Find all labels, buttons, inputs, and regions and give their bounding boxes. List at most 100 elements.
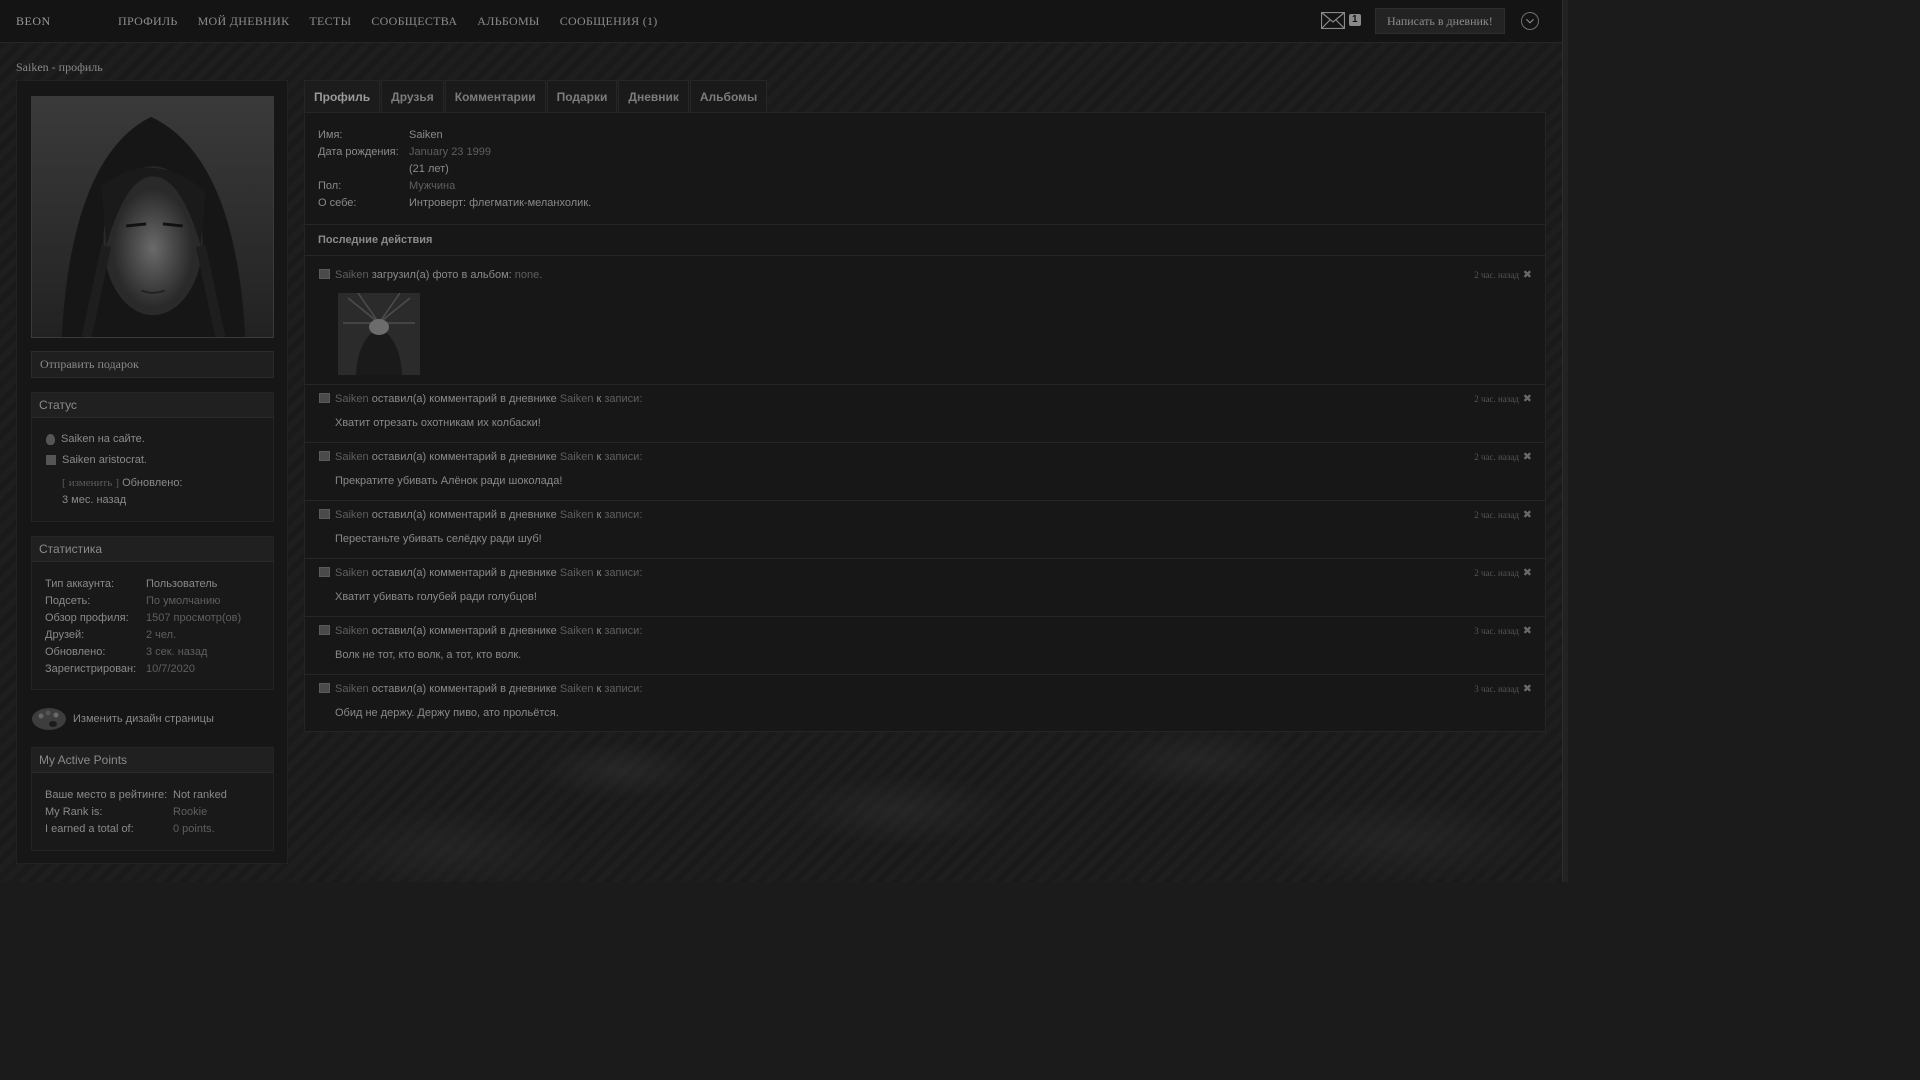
tab-friends[interactable]: Друзья <box>381 80 444 112</box>
entry-link[interactable]: записи <box>604 567 639 579</box>
activity-line: Saiken загрузил(а) фото в альбом: none. <box>335 269 543 281</box>
activity-time: 2 час. назад <box>1474 568 1519 578</box>
send-gift-button[interactable]: Отправить подарок <box>31 351 274 378</box>
delete-icon[interactable]: ✖ <box>1523 268 1532 281</box>
user-link[interactable]: Saiken <box>335 683 369 695</box>
user-link[interactable]: Saiken <box>335 269 369 281</box>
activity-comment-item: Saiken оставил(а) комментарий в дневнике… <box>305 384 1545 442</box>
user-link[interactable]: Saiken <box>335 393 369 405</box>
divider <box>305 224 1545 225</box>
stat-updated: Обновлено: 3 сек. назад <box>45 646 208 658</box>
entry-link[interactable]: записи <box>604 451 639 463</box>
sidebar: Отправить подарок Статус Saiken на сайте… <box>16 80 288 864</box>
photo-thumbnail[interactable] <box>338 293 420 375</box>
entry-link[interactable]: записи <box>604 509 639 521</box>
activity-time: 2 час. назад <box>1474 270 1519 280</box>
delete-icon[interactable]: ✖ <box>1523 450 1532 463</box>
nav-my-diary[interactable]: МОЙ ДНЕВНИК <box>198 14 290 29</box>
main-nav: ПРОФИЛЬ МОЙ ДНЕВНИК ТЕСТЫ СООБЩЕСТВА АЛЬ… <box>118 14 658 29</box>
stat-friends: Друзей: 2 чел. <box>45 629 177 641</box>
user-link[interactable]: Saiken <box>335 625 369 637</box>
activity-line: Saiken оставил(а) комментарий в дневнике… <box>335 625 643 637</box>
diary-owner-link[interactable]: Saiken <box>560 625 594 637</box>
delete-icon[interactable]: ✖ <box>1523 624 1532 637</box>
online-status-text: Saiken на сайте. <box>61 433 145 445</box>
tab-diary[interactable]: Дневник <box>618 80 689 112</box>
album-link[interactable]: none. <box>515 269 543 281</box>
diary-owner-link[interactable]: Saiken <box>560 509 594 521</box>
brand-logo[interactable]: BEON <box>16 14 51 29</box>
diary-owner-link[interactable]: Saiken <box>560 683 594 695</box>
change-design-label: Изменить дизайн страницы <box>73 713 214 725</box>
comment-text: Волк не тот, кто волк, а тот, кто волк. <box>335 649 522 661</box>
updated-label: Обновлено: <box>122 477 183 489</box>
activity-photo-item: Saiken загрузил(а) фото в альбом: none. … <box>305 261 1545 384</box>
nav-tests[interactable]: ТЕСТЫ <box>309 14 351 29</box>
user-status-text: Saiken aristocrat. <box>62 454 147 466</box>
tab-comments[interactable]: Комментарии <box>444 80 546 112</box>
tab-profile[interactable]: Профиль <box>304 80 381 112</box>
activity-comment-item: Saiken оставил(а) комментарий в дневнике… <box>305 500 1545 558</box>
avatar[interactable] <box>31 96 274 338</box>
entry-link[interactable]: записи <box>604 393 639 405</box>
comment-text: Перестаньте убивать селёдку ради шуб! <box>335 533 542 545</box>
activity-time: 3 час. назад <box>1474 626 1519 636</box>
nav-profile[interactable]: ПРОФИЛЬ <box>118 14 178 29</box>
nav-messages[interactable]: СООБЩЕНИЯ (1) <box>560 14 658 29</box>
delete-icon[interactable]: ✖ <box>1523 508 1532 521</box>
stats-box: Статистика Тип аккаунта: Пользователь По… <box>31 536 274 690</box>
active-points-title: My Active Points <box>32 748 273 773</box>
activity-line: Saiken оставил(а) комментарий в дневнике… <box>335 567 643 579</box>
activity-comment-item: Saiken оставил(а) комментарий в дневнике… <box>305 442 1545 500</box>
activity-time: 2 час. назад <box>1474 394 1519 404</box>
friends-link[interactable]: 2 чел. <box>146 629 176 641</box>
info-about: О себе: Интроверт: флегматик-меланхолик. <box>318 197 592 209</box>
activity-comment-item: Saiken оставил(а) комментарий в дневнике… <box>305 558 1545 616</box>
delete-icon[interactable]: ✖ <box>1523 392 1532 405</box>
points-rank: My Rank is: Rookie <box>45 806 208 818</box>
activity-comment-item: Saiken оставил(а) комментарий в дневнике… <box>305 616 1545 674</box>
stat-registered: Зарегистрирован: 10/7/2020 <box>45 663 195 675</box>
page-scrollbar[interactable] <box>1562 0 1568 882</box>
comment-icon <box>319 683 330 693</box>
stats-box-title: Статистика <box>32 537 273 562</box>
entry-link[interactable]: записи <box>604 625 639 637</box>
edit-status-link[interactable]: изменить <box>69 477 113 489</box>
diary-owner-link[interactable]: Saiken <box>560 451 594 463</box>
entry-link[interactable]: записи <box>604 683 639 695</box>
nav-albums[interactable]: АЛЬБОМЫ <box>477 14 539 29</box>
diary-owner-link[interactable]: Saiken <box>560 393 594 405</box>
activity-time: 2 час. назад <box>1474 510 1519 520</box>
tab-gifts[interactable]: Подарки <box>546 80 618 112</box>
user-link[interactable]: Saiken <box>335 509 369 521</box>
info-birthdate: Дата рождения: January 23 1999 <box>318 146 491 158</box>
envelope-icon[interactable] <box>1321 12 1345 29</box>
profile-info: Имя: Saiken Дата рождения: January 23 19… <box>318 127 591 212</box>
comment-icon <box>319 451 330 461</box>
user-link[interactable]: Saiken <box>335 451 369 463</box>
nav-communities[interactable]: СООБЩЕСТВА <box>371 14 457 29</box>
activity-line: Saiken оставил(а) комментарий в дневнике… <box>335 451 643 463</box>
write-diary-button[interactable]: Написать в дневник! <box>1375 8 1505 34</box>
image-icon <box>319 269 330 279</box>
stat-account-type: Тип аккаунта: Пользователь <box>45 578 218 590</box>
comment-text: Хватит убивать голубей ради голубцов! <box>335 591 537 603</box>
user-link[interactable]: Saiken <box>335 567 369 579</box>
comment-text: Прекратите убивать Алёнок ради шоколада! <box>335 475 563 487</box>
change-design-link[interactable]: Изменить дизайн страницы <box>31 707 214 731</box>
diary-owner-link[interactable]: Saiken <box>560 567 594 579</box>
page-title: Saiken - профиль <box>16 60 103 74</box>
stat-profile-views: Обзор профиля: 1507 просмотр(ов) <box>45 612 242 624</box>
comment-icon <box>319 509 330 519</box>
tab-albums[interactable]: Альбомы <box>689 80 768 112</box>
comment-text: Хватит отрезать охотникам их колбаски! <box>335 417 541 429</box>
delete-icon[interactable]: ✖ <box>1523 566 1532 579</box>
comment-icon <box>319 393 330 403</box>
comment-icon <box>319 567 330 577</box>
recent-activity-title: Последние действия <box>318 234 433 246</box>
chevron-down-icon[interactable] <box>1521 12 1539 30</box>
mail-count-badge: 1 <box>1349 14 1361 26</box>
delete-icon[interactable]: ✖ <box>1523 682 1532 695</box>
comment-text: Обид не держу. Держу пиво, ато прольётся… <box>335 707 559 719</box>
lightbulb-icon <box>46 433 55 445</box>
